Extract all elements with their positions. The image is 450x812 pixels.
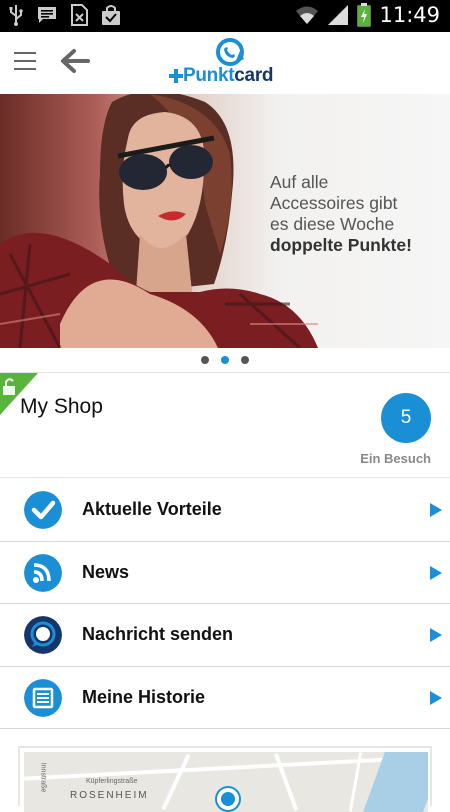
promo-banner[interactable]: Auf alle Accessoires gibt es diese Woche… [0, 94, 450, 348]
message-icon [38, 7, 56, 23]
menu-list: Aktuelle Vorteile News Nachricht senden [0, 479, 450, 729]
menu-icon[interactable] [14, 52, 36, 70]
logo-text-punkt: Punkt [183, 65, 235, 86]
checkmark-icon [24, 491, 62, 529]
clock: 11:49 [379, 3, 440, 27]
menu-item-label: Nachricht senden [82, 624, 234, 644]
carousel-dots[interactable] [0, 356, 450, 368]
menu-item-meine-historie[interactable]: Meine Historie [0, 667, 450, 729]
map-road [161, 753, 191, 811]
map-road [24, 755, 428, 781]
promo-line-4: doppelte Punkte! [270, 235, 412, 255]
menu-item-news[interactable]: News [0, 542, 450, 604]
promo-line-3: es diese Woche [270, 214, 395, 234]
punktcard-logo: Punktcard [168, 37, 288, 91]
menu-item-label: Meine Historie [82, 686, 206, 707]
shopping-bag-icon [102, 5, 120, 25]
chevron-right-icon [430, 503, 442, 517]
chevron-right-icon [430, 690, 442, 705]
rss-icon [24, 553, 62, 592]
signal-icon [328, 5, 349, 25]
usb-icon [9, 5, 23, 26]
back-arrow-icon[interactable] [60, 48, 90, 74]
map-card: Küpferlingstraße Innstraße ROSENHEIM [18, 746, 432, 812]
menu-item-aktuelle-vorteile[interactable]: Aktuelle Vorteile [0, 479, 450, 542]
sim-icon [71, 4, 88, 26]
status-bar: 11:49 [0, 0, 450, 32]
chevron-right-icon [430, 565, 442, 580]
location-map[interactable]: Küpferlingstraße Innstraße ROSENHEIM [24, 752, 428, 812]
map-street-label: Küpferlingstraße [86, 778, 138, 785]
visit-count-badge[interactable]: 5 [381, 393, 431, 443]
visit-label: Ein Besuch [360, 451, 431, 466]
battery-icon [357, 3, 371, 27]
wifi-icon [296, 6, 319, 24]
carousel-dot[interactable] [201, 356, 209, 364]
menu-item-label: Aktuelle Vorteile [82, 499, 222, 519]
map-street-label: Innstraße [39, 762, 47, 793]
shop-title: My Shop [20, 395, 103, 418]
chat-icon [24, 616, 62, 654]
menu-item-nachricht-senden[interactable]: Nachricht senden [0, 604, 450, 667]
chevron-right-icon [430, 628, 442, 642]
menu-item-label: News [82, 561, 130, 582]
promo-line-2: Accessoires gibt [270, 193, 398, 213]
my-shop-card: My Shop 5 Ein Besuch [0, 372, 450, 478]
carousel-dot[interactable] [241, 356, 249, 364]
map-pin-icon[interactable] [217, 788, 239, 810]
promo-line-1: Auf alle [270, 172, 329, 192]
history-list-icon [24, 678, 62, 717]
app-bar: Punktcard [0, 32, 450, 94]
promo-text: Auf alle Accessoires gibt es diese Woche… [270, 172, 440, 256]
logo-text-card: card [234, 65, 274, 86]
carousel-dot-active[interactable] [221, 356, 229, 364]
map-city-label: ROSENHEIM [70, 790, 149, 801]
